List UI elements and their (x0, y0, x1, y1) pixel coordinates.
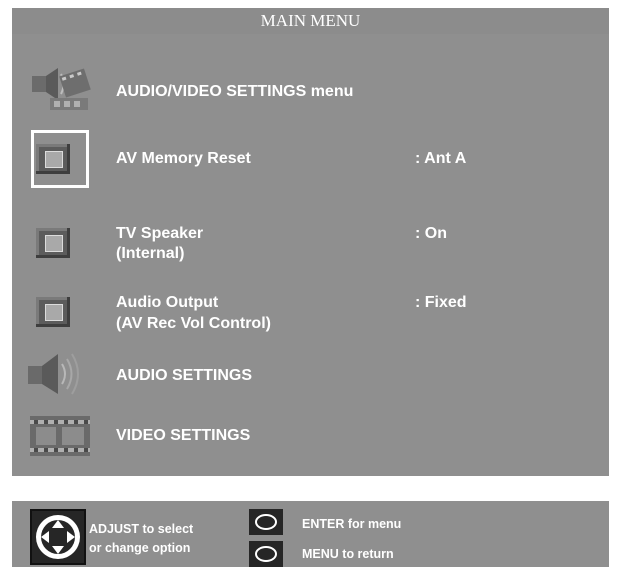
square-button-icon (36, 144, 70, 174)
menu-item-label: TV Speaker (116, 225, 204, 242)
menu-item-label: VIDEO SETTINGS (116, 427, 251, 444)
adjust-hint-line2: or change option (89, 541, 191, 555)
footer-help-bar: ADJUST to select or change option ENTER … (12, 501, 609, 567)
menu-title: MAIN MENU (12, 8, 609, 34)
main-menu-panel: AUDIO/VIDEO SETTINGS menu AV Memory Rese… (12, 34, 609, 476)
menu-item-label: AUDIO SETTINGS (116, 367, 253, 384)
menu-item-sublabel: (Internal) (116, 245, 185, 262)
menu-item-label: AV Memory Reset (116, 150, 251, 167)
menu-item-sublabel: (AV Rec Vol Control) (116, 315, 271, 332)
menu-button-icon (249, 541, 283, 567)
menu-item-label: Audio Output (116, 294, 219, 311)
menu-item-video-settings[interactable]: VIDEO SETTINGS (12, 410, 609, 462)
menu-item-audio-settings[interactable]: AUDIO SETTINGS (12, 352, 609, 400)
enter-hint: ENTER for menu (302, 517, 402, 531)
square-button-icon (36, 228, 70, 258)
menu-item-tv-speaker[interactable]: TV Speaker (Internal) : On (12, 214, 609, 274)
menu-item-value: : Fixed (415, 294, 467, 311)
menu-item-audio-output[interactable]: Audio Output (AV Rec Vol Control) : Fixe… (12, 284, 609, 344)
av-settings-icon (28, 62, 92, 114)
speaker-icon (28, 353, 79, 395)
enter-button-icon (249, 509, 283, 535)
menu-item-label: AUDIO/VIDEO SETTINGS menu (116, 83, 354, 100)
menu-return-hint: MENU to return (302, 547, 394, 561)
adjust-pad-icon (30, 509, 86, 565)
menu-item-av-memory-reset[interactable]: AV Memory Reset : Ant A (12, 130, 609, 188)
menu-item-av-settings[interactable]: AUDIO/VIDEO SETTINGS menu (12, 62, 609, 122)
menu-item-value: : On (415, 225, 447, 242)
film-strip-icon (30, 416, 90, 456)
square-button-icon (36, 297, 70, 327)
adjust-hint-line1: ADJUST to select (89, 522, 194, 536)
menu-item-value: : Ant A (415, 150, 467, 167)
